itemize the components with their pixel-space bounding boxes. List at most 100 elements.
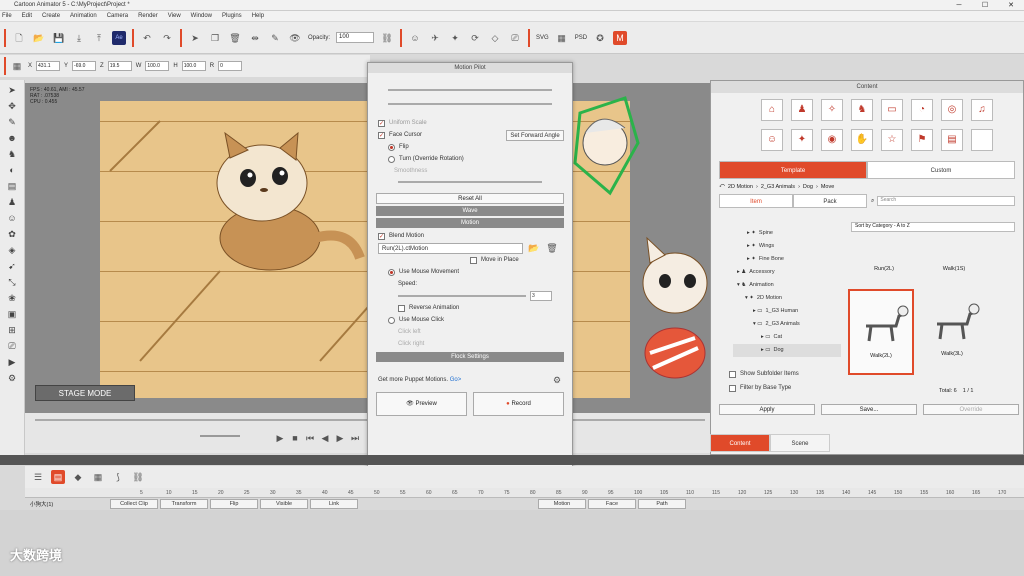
delete-icon[interactable]: 🗑 bbox=[228, 31, 242, 45]
track-cell-path[interactable]: Path bbox=[638, 499, 686, 509]
track-cell-link[interactable]: Link bbox=[310, 499, 358, 509]
filter-base-row[interactable]: Filter by Base Type bbox=[719, 382, 791, 394]
export-icon[interactable]: ⤒ bbox=[92, 31, 106, 45]
bone-icon[interactable]: ✦ bbox=[791, 129, 813, 151]
speed-input[interactable]: 3 bbox=[530, 291, 552, 301]
timeline-track-icon[interactable]: ▤ bbox=[51, 470, 65, 484]
timeline-ruler[interactable]: 5 10 15 20 25 30 35 40 45 50 55 60 65 70 75 80 85 90 95 100… bbox=[25, 488, 1024, 498]
import-icon[interactable]: ⤓ bbox=[72, 31, 86, 45]
menu-help[interactable]: Help bbox=[252, 13, 264, 19]
next-frame-icon[interactable]: ▶ bbox=[333, 431, 347, 445]
pose-icon[interactable]: ♞ bbox=[6, 148, 18, 160]
thumbnail-item-selected[interactable]: Walk(2L) bbox=[848, 289, 914, 375]
thumbnail-item[interactable]: Walk(3L) bbox=[919, 289, 985, 375]
tree-item[interactable]: ▾ ♞ Animation bbox=[733, 279, 841, 292]
background-icon[interactable]: ▭ bbox=[881, 99, 903, 121]
search-input[interactable]: Search bbox=[877, 196, 1015, 206]
apply-button[interactable]: Apply bbox=[719, 404, 815, 415]
motion-key-icon[interactable]: ➹ bbox=[6, 260, 18, 272]
camera-tool-icon[interactable]: ⎚ bbox=[6, 340, 18, 352]
align-icon[interactable]: ▣ bbox=[6, 308, 18, 320]
flock-settings-section[interactable]: Flock Settings bbox=[376, 352, 564, 362]
first-frame-icon[interactable]: ⏮ bbox=[303, 431, 317, 445]
uniform-scale-checkbox[interactable]: ✓ bbox=[378, 119, 385, 127]
face-icon[interactable]: ◉ bbox=[821, 129, 843, 151]
sprite-icon[interactable]: ✿ bbox=[6, 228, 18, 240]
prop-key-icon[interactable]: ◈ bbox=[6, 244, 18, 256]
bone-icon[interactable]: ✎ bbox=[268, 31, 282, 45]
tab-template[interactable]: Template bbox=[719, 161, 867, 179]
z-input[interactable]: 19.5 bbox=[107, 61, 132, 71]
link-icon[interactable]: ⛓ bbox=[380, 31, 394, 45]
new-project-icon[interactable]: 🗋 bbox=[12, 31, 26, 45]
tree-item[interactable]: ▸ ✦ Wings bbox=[733, 240, 841, 253]
puppet-icon[interactable]: ♟ bbox=[6, 196, 18, 208]
move-tool-icon[interactable]: ✥ bbox=[6, 100, 18, 112]
select-tool-icon[interactable]: ➤ bbox=[6, 84, 18, 96]
menu-camera[interactable]: Camera bbox=[107, 13, 128, 19]
cat-character[interactable] bbox=[200, 128, 370, 278]
tab-content[interactable]: Content bbox=[710, 434, 770, 452]
stop-icon[interactable]: ■ bbox=[288, 431, 302, 445]
menu-plugins[interactable]: Plugins bbox=[222, 13, 242, 19]
h-input[interactable]: 100.0 bbox=[181, 61, 206, 71]
track-cell-motion[interactable]: Motion bbox=[538, 499, 586, 509]
subtab-pack[interactable]: Pack bbox=[793, 194, 867, 208]
settings-icon[interactable]: ⚙ bbox=[6, 372, 18, 384]
svg-editor-icon[interactable]: ▦ bbox=[555, 31, 569, 45]
tab-custom[interactable]: Custom bbox=[867, 161, 1015, 179]
tree-item[interactable]: ▸ ✦ Fine Bone bbox=[733, 253, 841, 266]
tab-scene[interactable]: Scene bbox=[770, 434, 830, 452]
reverse-animation-checkbox[interactable] bbox=[398, 304, 405, 312]
menu-file[interactable]: File bbox=[2, 13, 12, 19]
track-cell-face[interactable]: Face bbox=[588, 499, 636, 509]
get-more-link[interactable]: Go> bbox=[450, 377, 462, 383]
tree-item[interactable]: ▸ ▭ 1_G3 Human bbox=[733, 305, 841, 318]
delete-motion-icon[interactable]: 🗑 bbox=[545, 241, 559, 255]
psd-label[interactable]: PSD bbox=[575, 35, 587, 41]
select-icon[interactable]: ➤ bbox=[188, 31, 202, 45]
breadcrumb-item[interactable]: Dog bbox=[803, 184, 813, 190]
character-icon[interactable]: ☻ bbox=[6, 132, 18, 144]
bone-tool-icon[interactable]: ✎ bbox=[6, 116, 18, 128]
subtab-item[interactable]: Item bbox=[719, 194, 793, 208]
animation-icon[interactable]: ♞ bbox=[851, 99, 873, 121]
undo-icon[interactable]: ↶ bbox=[140, 31, 154, 45]
menu-render[interactable]: Render bbox=[138, 13, 158, 19]
accessory-icon[interactable]: ✧ bbox=[821, 99, 843, 121]
face-key-icon[interactable]: ☺ bbox=[6, 212, 18, 224]
tree-item[interactable]: ▾ ✦ 2D Motion bbox=[733, 292, 841, 305]
boy-character[interactable] bbox=[570, 93, 640, 198]
menu-view[interactable]: View bbox=[168, 13, 181, 19]
visibility-icon[interactable]: 👁 bbox=[288, 31, 302, 45]
sound-icon[interactable]: ♫ bbox=[971, 99, 993, 121]
close-icon[interactable]: ✕ bbox=[998, 0, 1024, 11]
menu-window[interactable]: Window bbox=[191, 13, 212, 19]
breadcrumb-item[interactable]: 2_G3 Animals bbox=[761, 184, 795, 190]
save-icon[interactable]: 💾 bbox=[52, 31, 66, 45]
uniform-scale-row[interactable]: ✓ Uniform Scale bbox=[368, 117, 572, 129]
show-subfolder-row[interactable]: Show Subfolder Items bbox=[719, 368, 799, 380]
open-project-icon[interactable]: 📂 bbox=[32, 31, 46, 45]
blank-icon[interactable] bbox=[971, 129, 993, 151]
back-icon[interactable]: ⤺ bbox=[719, 183, 725, 190]
save-button[interactable]: Save... bbox=[821, 404, 917, 415]
last-frame-icon[interactable]: ⏭ bbox=[348, 431, 362, 445]
breadcrumb-item[interactable]: Move bbox=[821, 184, 834, 190]
smoothness-slider[interactable] bbox=[398, 181, 542, 183]
rotation-slider[interactable] bbox=[388, 89, 552, 91]
smart-search-icon[interactable]: ✪ bbox=[593, 31, 607, 45]
settings-icon[interactable]: ⚙ bbox=[550, 373, 564, 387]
timeline-list-icon[interactable]: ☰ bbox=[31, 470, 45, 484]
transform-key-icon[interactable]: ⤡ bbox=[6, 276, 18, 288]
track-cell-transform[interactable]: Transform bbox=[160, 499, 208, 509]
use-mouse-movement-radio[interactable] bbox=[388, 268, 395, 276]
override-button[interactable]: Override bbox=[923, 404, 1019, 415]
tree-item[interactable]: ▸ ▭ Dog bbox=[733, 344, 841, 357]
volume-slider[interactable] bbox=[200, 435, 240, 437]
flip-radio[interactable] bbox=[388, 143, 395, 151]
blend-motion-checkbox[interactable]: ✓ bbox=[378, 232, 385, 240]
star-icon[interactable]: ☆ bbox=[881, 129, 903, 151]
motion-pilot-icon[interactable]: ✈ bbox=[428, 31, 442, 45]
wave-section[interactable]: Wave bbox=[376, 206, 564, 216]
